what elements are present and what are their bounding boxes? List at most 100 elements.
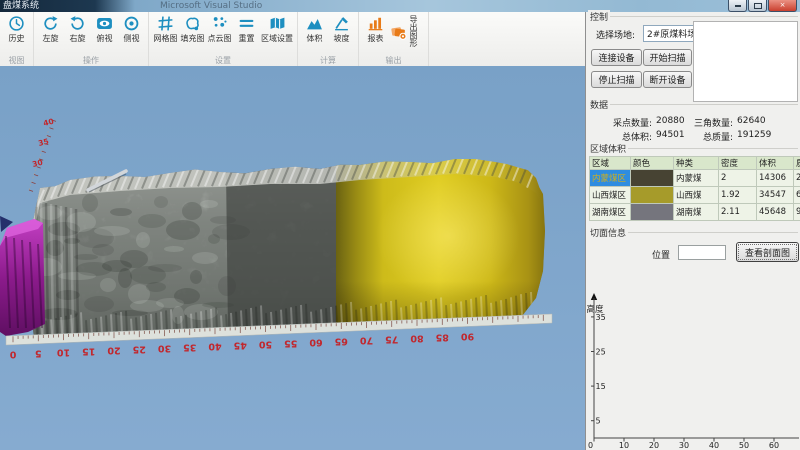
control-group-label: 控制	[588, 10, 610, 23]
toolbar-group-4: 报表导出图形输出	[359, 12, 429, 66]
h-ruler-label: 60	[309, 337, 323, 348]
h-ruler-label: 70	[360, 335, 374, 346]
toolbar-button-label: 重置	[239, 33, 255, 44]
connect-device-button[interactable]: 连接设备	[591, 49, 642, 66]
table-column-header: 区域	[590, 157, 631, 170]
toolbar-ribbon: 历史视图左旋右旋俯视侧视操作网格图填充图点云图重置区域设置设置体积坡度计算报表导…	[0, 12, 585, 67]
history-icon	[8, 15, 25, 32]
side-view-icon	[123, 15, 140, 32]
position-input[interactable]	[678, 245, 726, 260]
data-group-line	[588, 104, 798, 105]
toolbar-group-label: 操作	[34, 55, 148, 66]
rotate-left-icon	[42, 15, 59, 32]
side-view-button[interactable]: 侧视	[119, 15, 144, 44]
disconnect-device-button[interactable]: 断开设备	[643, 71, 692, 88]
scene-3d: 0510152025303540455055606570758085903035…	[0, 66, 585, 450]
volume-cell: 45648	[757, 204, 794, 221]
window-controls: ×	[728, 0, 797, 12]
chart-y-tick-label: 5	[596, 417, 601, 426]
table-header-row: 区域颜色种类密度体积质量	[590, 157, 800, 170]
h-ruler-label: 25	[133, 344, 146, 355]
export-image-button[interactable]: 导出图形	[390, 15, 424, 49]
chart-x-tick-label: 40	[709, 441, 719, 450]
region-volume-table: 区域颜色种类密度体积质量内蒙煤区内蒙煤21430628612山西煤区 山西煤1.9…	[589, 156, 800, 221]
h-ruler-label: 40	[208, 341, 222, 352]
h-ruler-label: 20	[107, 345, 121, 356]
v-ruler-label: 40	[42, 117, 54, 128]
toolbar-button-label: 左旋	[43, 33, 59, 44]
site-select-label: 选择场地:	[596, 28, 635, 41]
grid-map-icon	[157, 15, 174, 32]
close-button[interactable]: ×	[768, 0, 797, 12]
report-button[interactable]: 报表	[363, 15, 388, 44]
grid-map-button[interactable]: 网格图	[153, 15, 178, 44]
export-image-icon	[390, 24, 407, 41]
h-ruler-label: 5	[35, 348, 42, 359]
minimize-button[interactable]	[728, 0, 747, 12]
h-ruler-label: 15	[82, 346, 95, 357]
h-ruler-label: 55	[284, 338, 297, 349]
data-group-label: 数据	[588, 98, 610, 111]
h-ruler-label: 90	[461, 330, 475, 341]
fill-map-button[interactable]: 填充图	[180, 15, 205, 44]
slice-info-group-label: 切面信息	[588, 226, 628, 239]
table-column-header: 密度	[719, 157, 757, 170]
h-ruler-label: 10	[57, 347, 71, 358]
device-log-box[interactable]	[693, 21, 798, 102]
region-settings-button[interactable]: 区域设置	[261, 15, 293, 44]
maximize-icon	[754, 3, 762, 9]
reset-button[interactable]: 重置	[234, 15, 259, 44]
toolbar-button-label: 右旋	[70, 33, 86, 44]
point-count-label: 采点数量:	[586, 116, 652, 129]
chart-origin-label: 0	[588, 441, 593, 450]
v-ruler-label: 35	[37, 137, 49, 148]
profile-chart: 高度51525351020304050600	[586, 290, 800, 450]
total-mass-label: 总质量:	[671, 130, 733, 143]
toolbar-button-label: 侧视	[124, 33, 140, 44]
density-cell: 2.11	[719, 204, 757, 221]
total-mass-value: 191259	[737, 130, 771, 140]
density-cell: 1.92	[719, 187, 757, 204]
triangle-count-label: 三角数量:	[671, 116, 733, 129]
coal-pile-dark-section	[226, 166, 352, 331]
background-window-title: Microsoft Visual Studio	[160, 0, 262, 12]
rotate-left-button[interactable]: 左旋	[38, 15, 63, 44]
point-cloud-button[interactable]: 点云图	[207, 15, 232, 44]
view-profile-button[interactable]: 查看剖面图	[736, 242, 799, 262]
type-cell: 山西煤	[674, 187, 719, 204]
mass-cell: 96317	[794, 204, 800, 221]
table-row[interactable]: 内蒙煤区内蒙煤21430628612	[590, 170, 800, 187]
viewport-3d[interactable]: 0510152025303540455055606570758085903035…	[0, 66, 585, 450]
slope-button[interactable]: 坡度	[329, 15, 354, 44]
toolbar-group-label: 计算	[298, 55, 358, 66]
site-select-value: 2#原煤料场	[647, 27, 696, 40]
h-ruler-label: 0	[9, 349, 16, 360]
top-view-button[interactable]: 俯视	[92, 15, 117, 44]
toolbar-group-3: 体积坡度计算	[298, 12, 359, 66]
toolbar-group-2: 网格图填充图点云图重置区域设置设置	[149, 12, 298, 66]
maximize-button[interactable]	[748, 0, 767, 12]
table-column-header: 体积	[757, 157, 794, 170]
v-ruler-label: 30	[31, 158, 43, 169]
type-cell: 湖南煤	[674, 204, 719, 221]
stop-scan-button[interactable]: 停止扫描	[591, 71, 642, 88]
control-group-line	[588, 16, 798, 17]
start-scan-button[interactable]: 开始扫描	[643, 49, 692, 66]
region-cell: 内蒙煤区	[590, 170, 631, 187]
title-bar: 盘煤系统 Microsoft Visual Studio	[0, 0, 800, 12]
toolbar-button-label: 坡度	[334, 33, 350, 44]
top-view-icon	[96, 15, 113, 32]
toolbar-group-label: 输出	[359, 55, 428, 66]
table-row[interactable]: 湖南煤区湖南煤2.114564896317	[590, 204, 800, 221]
volume-button[interactable]: 体积	[302, 15, 327, 44]
slope-icon	[333, 15, 350, 32]
density-cell: 2	[719, 170, 757, 187]
vertical-ruler: 30 35 40	[29, 117, 56, 192]
rotate-right-button[interactable]: 右旋	[65, 15, 90, 44]
history-button[interactable]: 历史	[4, 15, 29, 44]
toolbar-button-label: 体积	[307, 33, 323, 44]
toolbar-button-label: 点云图	[208, 33, 232, 44]
h-ruler-label: 80	[410, 332, 424, 343]
region-cell: 山西煤区	[590, 187, 631, 204]
table-row[interactable]: 山西煤区山西煤1.923454766330	[590, 187, 800, 204]
